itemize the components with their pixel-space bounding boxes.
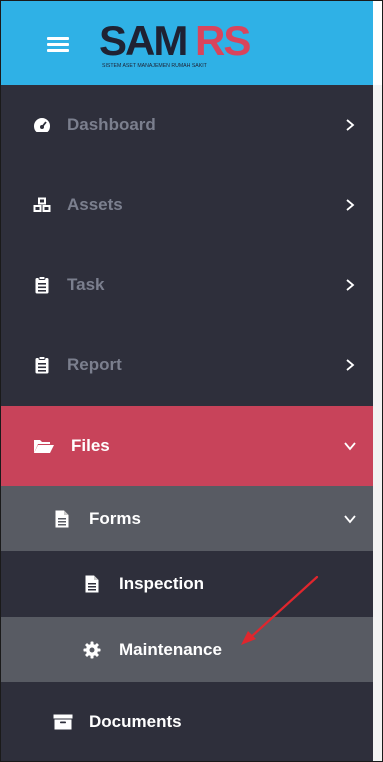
chevron-right-icon (346, 279, 355, 291)
sidebar-item-documents[interactable]: Documents (1, 682, 373, 761)
logo-accent-text: RS (195, 19, 250, 64)
sidebar-item-label: Forms (89, 508, 141, 528)
sidebar-item-label: Report (67, 355, 122, 374)
chevron-down-icon (344, 514, 356, 523)
file-icon (53, 510, 71, 528)
clipboard-icon (33, 356, 51, 374)
sidebar-item-label: Inspection (119, 574, 205, 593)
sidebar-item-report[interactable]: Report (1, 325, 373, 405)
sidebar-item-label: Dashboard (67, 115, 156, 134)
folder-open-icon (33, 437, 55, 455)
chevron-right-icon (346, 119, 355, 131)
chevron-right-icon (346, 199, 355, 211)
top-header: SAM RS SISTEM ASET MANAJEMEN RUMAH SAKIT (1, 1, 373, 85)
sidebar-item-label: Files (71, 436, 110, 455)
tachometer-icon (33, 116, 51, 134)
logo-tagline: SISTEM ASET MANAJEMEN RUMAH SAKIT (102, 63, 208, 69)
sidebar-item-label: Assets (67, 195, 123, 214)
hamburger-icon[interactable] (47, 37, 69, 53)
sidebar-item-maintenance[interactable]: Maintenance (1, 617, 373, 682)
chevron-down-icon (344, 442, 356, 451)
archive-icon (53, 713, 73, 731)
sidebar-item-inspection[interactable]: Inspection (1, 551, 373, 617)
sidebar-item-label: Task (67, 275, 105, 294)
samrs-logo: SAM RS SISTEM ASET MANAJEMEN RUMAH SAKIT (99, 19, 269, 71)
sidebar-item-task[interactable]: Task (1, 245, 373, 325)
sidebar-item-assets[interactable]: Assets (1, 165, 373, 245)
cubes-icon (33, 196, 51, 214)
content-area (373, 85, 382, 761)
sidebar-item-forms[interactable]: Forms (1, 486, 373, 551)
clipboard-icon (33, 276, 51, 294)
sidebar-item-label: Documents (89, 712, 182, 731)
chevron-right-icon (346, 359, 355, 371)
sidebar-item-label: Maintenance (119, 639, 222, 659)
logo-main-text: SAM (99, 19, 186, 64)
gear-icon (83, 641, 101, 659)
file-icon (83, 575, 101, 593)
sidebar-item-dashboard[interactable]: Dashboard (1, 85, 373, 165)
sidebar-item-files[interactable]: Files (1, 406, 373, 486)
app-window: SAM RS SISTEM ASET MANAJEMEN RUMAH SAKIT… (0, 0, 383, 762)
